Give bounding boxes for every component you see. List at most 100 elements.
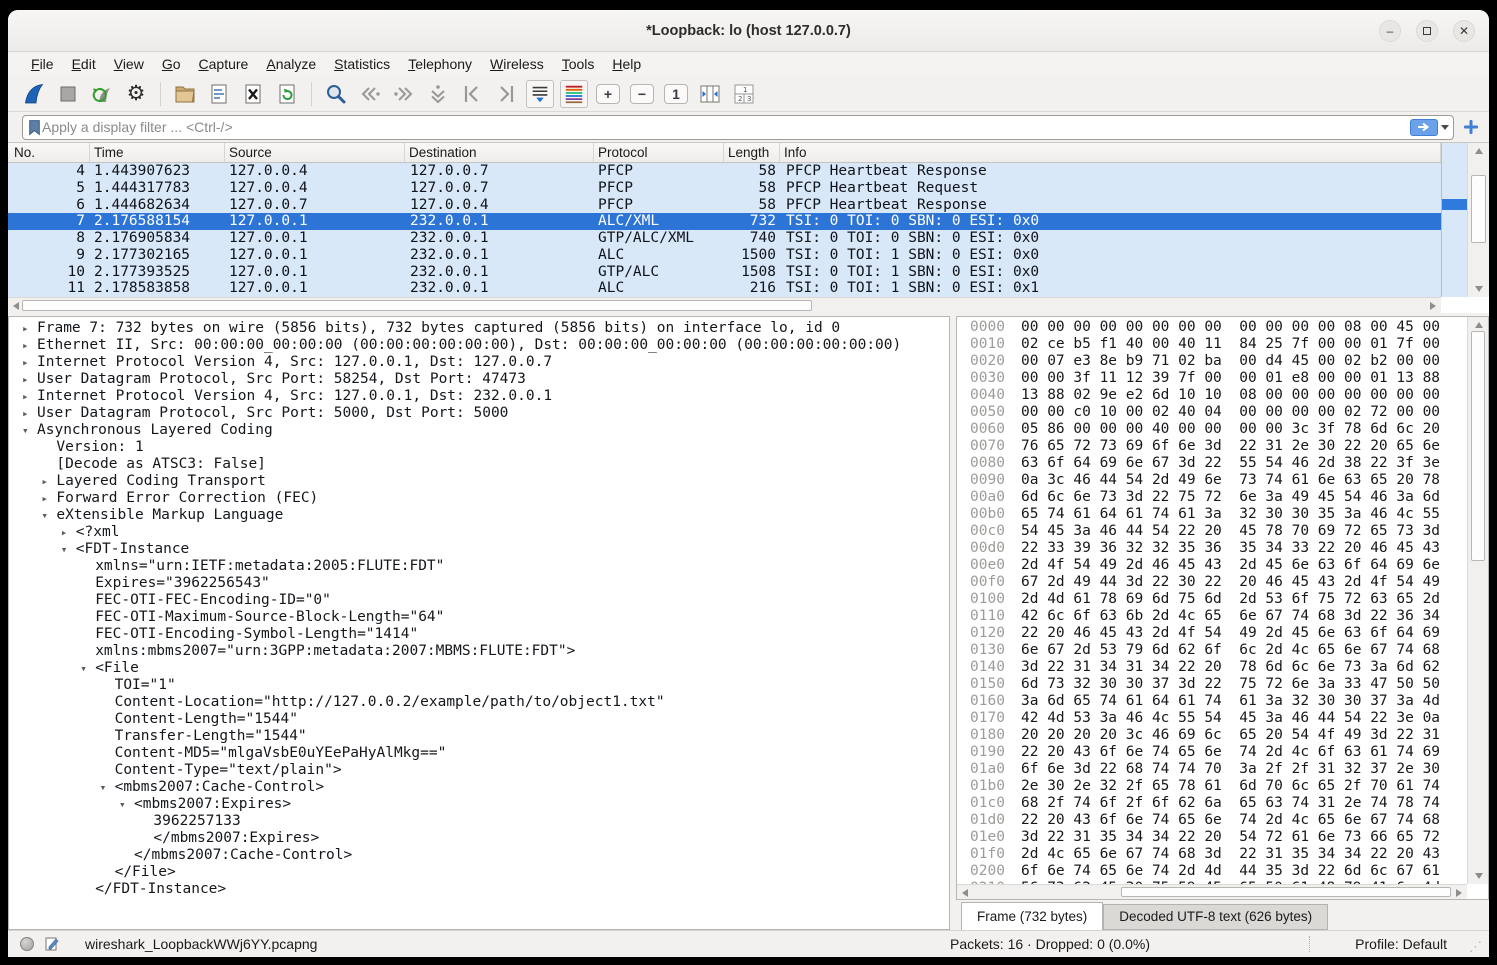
menu-item[interactable]: Go [153, 52, 190, 76]
tree-row[interactable]: Transfer-Length="1544" [9, 728, 949, 745]
tab-frame[interactable]: Frame (732 bytes) [961, 902, 1103, 930]
hex-row[interactable]: 01f02d 4c 65 6e 67 74 68 3d 22 31 35 34 … [970, 846, 1488, 863]
capture-filename[interactable]: wireshark_LoopbackWWj6YY.pcapng [85, 936, 317, 952]
filter-dropdown-caret[interactable] [1441, 125, 1449, 130]
first-packet-icon[interactable] [458, 80, 486, 108]
capture-options-icon[interactable]: ⚙ [122, 80, 150, 108]
hex-row[interactable]: 01a06f 6e 3d 22 68 74 74 70 3a 2f 2f 31 … [970, 761, 1488, 778]
tree-row[interactable]: ▸Frame 7: 732 bytes on wire (5856 bits),… [9, 320, 949, 337]
hex-row[interactable]: 001002 ce b5 f1 40 00 40 11 84 25 7f 00 … [970, 336, 1488, 353]
auto-scroll-icon[interactable] [526, 80, 554, 108]
expander-icon[interactable]: ▾ [119, 796, 134, 813]
tree-row[interactable]: ▸Internet Protocol Version 4, Src: 127.0… [9, 388, 949, 405]
hex-row[interactable]: 006005 86 00 00 00 40 00 00 00 00 3c 3f … [970, 421, 1488, 438]
tree-row[interactable]: FEC-OTI-FEC-Encoding-ID="0" [9, 592, 949, 609]
layout-icon[interactable]: 123 [730, 80, 758, 108]
normal-size-icon[interactable]: 1 [662, 80, 690, 108]
expander-icon[interactable]: ▸ [22, 405, 37, 422]
tree-row[interactable]: ▸Forward Error Correction (FEC) [9, 490, 949, 507]
stop-capture-icon[interactable] [54, 80, 82, 108]
menu-item[interactable]: Wireless [481, 52, 553, 76]
expander-icon[interactable]: ▸ [22, 320, 37, 337]
scroll-up-arrow[interactable] [1475, 148, 1483, 154]
tree-row[interactable]: </mbms2007:Cache-Control> [9, 847, 949, 864]
hex-row[interactable]: 01403d 22 31 34 31 34 22 20 78 6d 6c 6e … [970, 659, 1488, 676]
close-file-icon[interactable] [239, 80, 267, 108]
hex-row[interactable]: 004013 88 02 9e e2 6d 10 10 08 00 00 00 … [970, 387, 1488, 404]
hex-row[interactable]: 00b065 74 61 64 61 74 61 3a 32 30 30 35 … [970, 506, 1488, 523]
tree-row[interactable]: </File> [9, 864, 949, 881]
menu-item[interactable]: File [22, 52, 63, 76]
start-capture-icon[interactable] [20, 80, 48, 108]
vscroll-thumb[interactable] [1471, 175, 1486, 243]
hex-row[interactable]: 018020 20 20 20 3c 46 69 6c 65 20 54 4f … [970, 727, 1488, 744]
resize-grip[interactable]: ⋰ [1469, 939, 1483, 955]
scroll-up-arrow[interactable] [1475, 322, 1483, 328]
save-file-icon[interactable] [205, 80, 233, 108]
hex-row[interactable]: 00a06d 6c 6e 73 3d 22 75 72 6e 3a 49 45 … [970, 489, 1488, 506]
hex-row[interactable]: 01002d 4d 61 78 69 6d 75 6d 2d 53 6f 75 … [970, 591, 1488, 608]
hex-row[interactable]: 005000 00 c0 10 00 02 40 04 00 00 00 00 … [970, 404, 1488, 421]
tree-row[interactable]: ▸User Datagram Protocol, Src Port: 5000,… [9, 405, 949, 422]
maximize-button[interactable] [1416, 20, 1438, 42]
tree-row[interactable]: ▾<File [9, 660, 949, 677]
tree-row[interactable]: xmlns="urn:IETF:metadata:2005:FLUTE:FDT" [9, 558, 949, 575]
hex-row[interactable]: 000000 00 00 00 00 00 00 00 00 00 00 00 … [970, 319, 1488, 336]
bytes-hscrollbar[interactable] [957, 884, 1467, 899]
packet-list-vscrollbar[interactable] [1467, 143, 1489, 297]
last-packet-icon[interactable] [492, 80, 520, 108]
expander-icon[interactable]: ▸ [41, 473, 56, 490]
open-file-icon[interactable] [171, 80, 199, 108]
hex-row[interactable]: 012022 20 46 45 43 2d 4f 54 49 2d 45 6e … [970, 625, 1488, 642]
menu-item[interactable]: Statistics [325, 52, 399, 76]
hex-row[interactable]: 01e03d 22 31 35 34 34 22 20 54 72 61 6e … [970, 829, 1488, 846]
tree-row[interactable]: ▾<FDT-Instance [9, 541, 949, 558]
go-to-packet-icon[interactable] [424, 80, 452, 108]
hex-row[interactable]: 01506d 73 32 30 30 37 3d 22 75 72 6e 3a … [970, 676, 1488, 693]
hex-row[interactable]: 007076 65 72 73 69 6f 6e 3d 22 31 2e 30 … [970, 438, 1488, 455]
hex-row[interactable]: 00900a 3c 46 44 54 2d 49 6e 73 74 61 6e … [970, 472, 1488, 489]
tree-row[interactable]: xmlns:mbms2007="urn:3GPP:metadata:2007:M… [9, 643, 949, 660]
tree-row[interactable]: ▾<mbms2007:Cache-Control> [9, 779, 949, 796]
tab-decoded-utf8[interactable]: Decoded UTF-8 text (626 bytes) [1103, 904, 1328, 930]
packet-row[interactable]: 11 2.178583858 127.0.0.1 232.0.0.1 ALC 2… [8, 280, 1441, 297]
column-header-destination[interactable]: Destination [405, 143, 594, 162]
menu-item[interactable]: Help [603, 52, 650, 76]
apply-filter-button[interactable] [1410, 119, 1438, 136]
expander-icon[interactable]: ▾ [80, 660, 95, 677]
hex-row[interactable]: 01b02e 30 2e 32 2f 65 78 61 6d 70 6c 65 … [970, 778, 1488, 795]
display-filter-box[interactable] [22, 115, 1454, 140]
packet-row[interactable]: 10 2.177393525 127.0.0.1 232.0.0.1 GTP/A… [8, 264, 1441, 281]
bytes-vscrollbar[interactable] [1467, 317, 1488, 884]
packet-row[interactable]: 4 1.443907623 127.0.0.4 127.0.0.7 PFCP 5… [8, 163, 1441, 180]
zoom-in-icon[interactable]: + [594, 80, 622, 108]
tree-row[interactable]: ▸Internet Protocol Version 4, Src: 127.0… [9, 354, 949, 371]
scroll-left-arrow[interactable] [962, 889, 968, 897]
minimize-button[interactable]: – [1379, 20, 1401, 42]
intelligent-scrollbar-minimap[interactable] [1441, 143, 1467, 297]
column-header-protocol[interactable]: Protocol [594, 143, 724, 162]
scroll-down-arrow[interactable] [1475, 873, 1483, 879]
expander-icon[interactable]: ▸ [22, 337, 37, 354]
hscroll-thumb[interactable] [22, 300, 812, 311]
tree-row[interactable]: ▸User Datagram Protocol, Src Port: 58254… [9, 371, 949, 388]
add-filter-button[interactable] [1463, 119, 1479, 135]
expander-icon[interactable]: ▾ [100, 779, 115, 796]
tree-row[interactable]: TOI="1" [9, 677, 949, 694]
packet-row[interactable]: 5 1.444317783 127.0.0.4 127.0.0.7 PFCP 5… [8, 180, 1441, 197]
tree-row[interactable]: ▾Asynchronous Layered Coding [9, 422, 949, 439]
menu-item[interactable]: Telephony [399, 52, 481, 76]
hex-row[interactable]: 00c054 45 3a 46 44 54 22 20 45 78 70 69 … [970, 523, 1488, 540]
hex-row[interactable]: 01306e 67 2d 53 79 6d 62 6f 6c 2d 4c 65 … [970, 642, 1488, 659]
hex-row[interactable]: 008063 6f 64 69 6e 67 3d 22 55 54 46 2d … [970, 455, 1488, 472]
hscroll-thumb[interactable] [1121, 887, 1451, 897]
tree-row[interactable]: Content-MD5="mlgaVsbE0uYEePaHyAlMkg==" [9, 745, 949, 762]
hex-row[interactable]: 00f067 2d 49 44 3d 22 30 22 20 46 45 43 … [970, 574, 1488, 591]
resize-columns-icon[interactable] [696, 80, 724, 108]
scroll-left-arrow[interactable] [13, 302, 19, 310]
menu-item[interactable]: Edit [63, 52, 105, 76]
tree-row[interactable]: </FDT-Instance> [9, 881, 949, 898]
menu-item[interactable]: Analyze [257, 52, 325, 76]
tree-row[interactable]: ▾eXtensible Markup Language [9, 507, 949, 524]
expander-icon[interactable]: ▸ [41, 490, 56, 507]
